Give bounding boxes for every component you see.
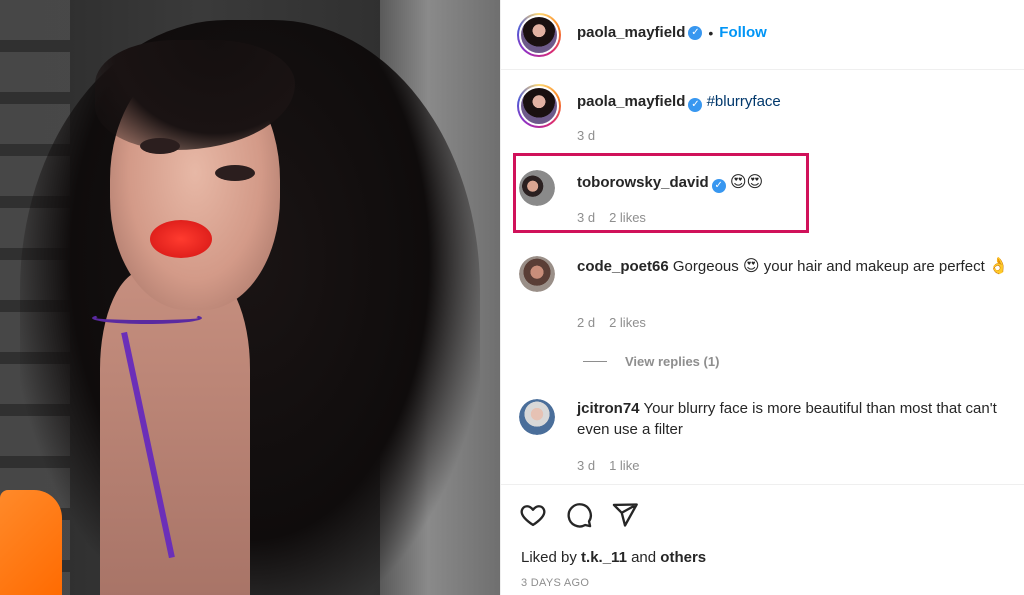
comment-likes[interactable]: 1 like bbox=[609, 458, 639, 473]
photo-orange-object bbox=[0, 490, 62, 595]
comments-panel: paola_mayfield ✓ • Follow paola_mayfield… bbox=[500, 0, 1024, 595]
comment-text: Your blurry face is more beautiful than … bbox=[577, 400, 997, 438]
photo-choker bbox=[92, 312, 202, 324]
comment-time[interactable]: 2 d bbox=[577, 315, 595, 330]
replies-line bbox=[583, 361, 607, 362]
author-username[interactable]: paola_mayfield bbox=[577, 24, 685, 41]
commenter-avatar[interactable] bbox=[519, 399, 555, 435]
caption-hashtag[interactable]: #blurryface bbox=[707, 93, 781, 110]
view-replies[interactable]: View replies (1) bbox=[583, 354, 719, 369]
emoji-heart-eyes: 😍 bbox=[742, 256, 760, 275]
liked-others[interactable]: others bbox=[660, 549, 706, 566]
post-date[interactable]: 3 DAYS AGO bbox=[521, 577, 589, 589]
photo-eye-left bbox=[140, 138, 180, 154]
photo-lips bbox=[150, 220, 212, 258]
comment-text-part2: your hair and makeup are perfect bbox=[763, 258, 985, 275]
liked-prefix: Liked by bbox=[521, 549, 577, 566]
paper-plane-icon[interactable] bbox=[611, 501, 639, 529]
view-replies-label[interactable]: View replies (1) bbox=[625, 354, 719, 369]
highlight-box bbox=[513, 153, 809, 233]
liked-and: and bbox=[631, 549, 657, 566]
author-avatar[interactable] bbox=[517, 13, 561, 57]
photo-eye-right bbox=[215, 165, 255, 181]
comment-text-part1: Gorgeous bbox=[672, 258, 739, 275]
post-actions: Liked by t.k._11 and others 3 DAYS AGO bbox=[501, 484, 1024, 595]
emoji-ok-hand: 👌 bbox=[988, 256, 1009, 275]
caption-username[interactable]: paola_mayfield bbox=[577, 93, 685, 110]
liked-by: Liked by t.k._11 and others bbox=[521, 549, 706, 566]
comment-username[interactable]: code_poet66 bbox=[577, 258, 669, 275]
post-photo bbox=[0, 0, 500, 595]
comment-bubble-icon[interactable] bbox=[565, 501, 593, 529]
liked-user[interactable]: t.k._11 bbox=[581, 549, 627, 566]
caption-avatar[interactable] bbox=[517, 84, 561, 128]
caption-time[interactable]: 3 d bbox=[577, 128, 595, 143]
heart-icon[interactable] bbox=[519, 501, 547, 529]
verified-badge-icon: ✓ bbox=[688, 98, 703, 112]
follow-button[interactable]: Follow bbox=[719, 24, 767, 41]
post-header: paola_mayfield ✓ • Follow bbox=[501, 0, 1024, 70]
comment-likes[interactable]: 2 likes bbox=[609, 315, 646, 330]
verified-badge-icon: ✓ bbox=[688, 25, 703, 40]
separator-dot: • bbox=[708, 24, 714, 41]
comment-time[interactable]: 3 d bbox=[577, 458, 595, 473]
comment-username[interactable]: jcitron74 bbox=[577, 400, 640, 417]
commenter-avatar[interactable] bbox=[519, 256, 555, 292]
